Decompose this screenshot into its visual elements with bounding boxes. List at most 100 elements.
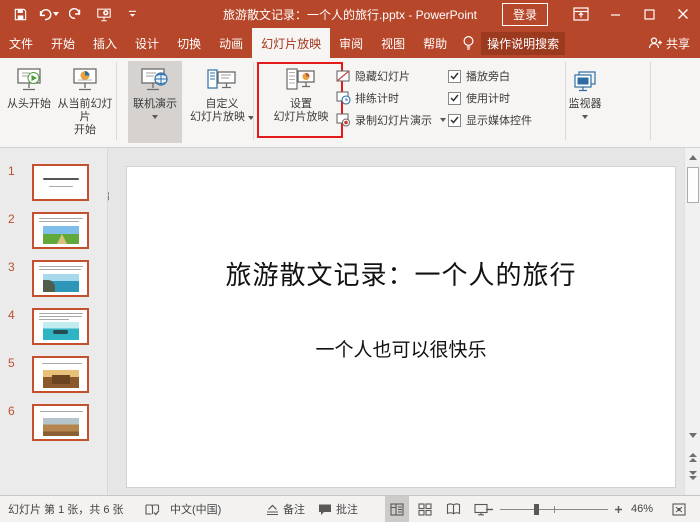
tab-review[interactable]: 审阅 xyxy=(330,28,372,58)
setup-slideshow-label: 设置 幻灯片放映 xyxy=(274,98,329,124)
rehearse-timings-button[interactable]: 排练计时 xyxy=(336,88,399,108)
thumbnail-preview xyxy=(32,260,89,297)
minimize-icon[interactable] xyxy=(598,0,632,28)
tab-insert[interactable]: 插入 xyxy=(84,28,126,58)
thumbnail-preview xyxy=(32,308,89,345)
tab-help[interactable]: 帮助 xyxy=(414,28,456,58)
scroll-up-icon[interactable] xyxy=(686,150,700,165)
language-indicator[interactable]: 中文(中国) xyxy=(170,496,221,522)
slide-thumbnail-5[interactable]: 5 xyxy=(0,356,108,393)
from-current-slide-label: 从当前幻灯片 开始 xyxy=(54,98,116,137)
spellcheck-icon[interactable] xyxy=(145,496,160,522)
notes-icon xyxy=(266,503,279,515)
zoom-percentage[interactable]: 46% xyxy=(631,496,653,522)
scroll-down-icon[interactable] xyxy=(686,428,700,443)
show-media-controls-checkbox[interactable]: 显示媒体控件 xyxy=(448,111,532,129)
previous-slide-icon[interactable] xyxy=(686,450,700,465)
start-slideshow-icon[interactable] xyxy=(92,3,116,25)
slide-title[interactable]: 旅游散文记录：一个人的旅行 xyxy=(127,255,675,292)
monitors-button[interactable]: 监视器 xyxy=(562,61,608,143)
group-divider xyxy=(650,62,651,140)
view-slide-sorter-icon[interactable] xyxy=(413,496,437,522)
monitors-dropdown-icon[interactable] xyxy=(582,115,588,119)
slide-subtitle[interactable]: 一个人也可以很快乐 xyxy=(127,335,675,362)
redo-icon[interactable] xyxy=(64,3,88,25)
scrollbar-thumb[interactable] xyxy=(687,167,699,203)
tab-animations[interactable]: 动画 xyxy=(210,28,252,58)
show-media-controls-label: 显示媒体控件 xyxy=(466,112,532,128)
comments-icon xyxy=(318,503,332,516)
slide-counter[interactable]: 幻灯片 第 1 张，共 6 张 xyxy=(8,496,124,522)
fit-to-window-icon[interactable] xyxy=(672,496,686,522)
hide-slide-button[interactable]: 隐藏幻灯片 xyxy=(336,66,410,86)
status-bar: 幻灯片 第 1 张，共 6 张 中文(中国) 备注 批注 xyxy=(0,495,700,522)
tab-design[interactable]: 设计 xyxy=(126,28,168,58)
notes-button[interactable]: 备注 xyxy=(266,496,305,522)
record-slideshow-dropdown-icon[interactable] xyxy=(440,118,446,122)
record-slideshow-button[interactable]: 录制幻灯片演示 xyxy=(336,110,446,130)
save-icon[interactable] xyxy=(8,3,32,25)
use-timings-checkbox[interactable]: 使用计时 xyxy=(448,89,510,107)
present-online-dropdown-icon[interactable] xyxy=(152,115,158,119)
next-slide-icon[interactable] xyxy=(686,468,700,483)
view-reading-icon[interactable] xyxy=(441,496,465,522)
setup-slideshow-icon xyxy=(285,61,317,95)
zoom-slider-thumb[interactable] xyxy=(534,504,539,515)
slide-thumbnail-3[interactable]: 3 xyxy=(0,260,108,297)
thumbnail-preview xyxy=(32,404,89,441)
thumbnail-image xyxy=(43,274,79,292)
custom-slideshow-icon xyxy=(206,61,238,95)
share-area[interactable]: 共享 xyxy=(648,28,690,58)
slide-thumbnail-1[interactable]: 1 xyxy=(0,164,108,201)
checkbox-checked-icon xyxy=(448,92,461,105)
undo-icon[interactable] xyxy=(36,3,60,25)
group-divider xyxy=(253,62,254,140)
slide-thumbnail-4[interactable]: 4 xyxy=(0,308,108,345)
share-person-icon xyxy=(648,36,662,50)
thumbnail-preview xyxy=(32,356,89,393)
setup-slideshow-button[interactable]: 设置 幻灯片放映 xyxy=(262,61,340,143)
slide-number: 6 xyxy=(8,404,15,418)
vertical-scrollbar[interactable] xyxy=(684,148,700,495)
from-current-slide-button[interactable]: 从当前幻灯片 开始 xyxy=(54,61,116,143)
share-label: 共享 xyxy=(666,35,690,52)
tab-view[interactable]: 视图 xyxy=(372,28,414,58)
custom-slideshow-button[interactable]: 自定义 幻灯片放映 xyxy=(186,61,258,143)
tab-transitions[interactable]: 切换 xyxy=(168,28,210,58)
tellme-search[interactable]: 操作说明搜索 xyxy=(481,32,565,55)
play-narrations-label: 播放旁白 xyxy=(466,68,510,84)
customize-qat-icon[interactable] xyxy=(120,3,144,25)
current-slide[interactable]: 旅游散文记录：一个人的旅行 一个人也可以很快乐 xyxy=(126,166,676,488)
thumbnail-preview xyxy=(32,212,89,249)
tab-file[interactable]: 文件 xyxy=(0,28,42,58)
zoom-in-icon[interactable] xyxy=(614,496,623,522)
signin-button[interactable]: 登录 xyxy=(502,3,548,26)
close-icon[interactable] xyxy=(666,0,700,28)
tab-home[interactable]: 开始 xyxy=(42,28,84,58)
maximize-icon[interactable] xyxy=(632,0,666,28)
comments-label: 批注 xyxy=(336,501,358,517)
comments-button[interactable]: 批注 xyxy=(318,496,358,522)
group-divider xyxy=(116,62,117,140)
thumbnail-image xyxy=(43,226,79,244)
present-online-button[interactable]: 联机演示 xyxy=(128,61,182,143)
slide-number: 3 xyxy=(8,260,15,274)
tellme-area: 操作说明搜索 xyxy=(456,28,565,58)
zoom-out-icon[interactable] xyxy=(485,496,494,522)
ribbon-display-options-icon[interactable] xyxy=(564,0,598,28)
play-narrations-checkbox[interactable]: 播放旁白 xyxy=(448,67,510,85)
view-normal-icon[interactable] xyxy=(385,496,409,522)
tab-slideshow[interactable]: 幻灯片放映 xyxy=(252,28,330,58)
present-online-icon xyxy=(139,61,171,95)
hide-slide-label: 隐藏幻灯片 xyxy=(355,68,410,84)
hide-slide-icon xyxy=(336,70,351,83)
from-current-slide-icon xyxy=(70,61,100,95)
thumbnail-image xyxy=(43,370,79,388)
slide-thumbnail-6[interactable]: 6 xyxy=(0,404,108,441)
slide-thumbnail-2[interactable]: 2 xyxy=(0,212,108,249)
slide-number: 5 xyxy=(8,356,15,370)
present-online-label: 联机演示 xyxy=(133,98,177,111)
powerpoint-window: 旅游散文记录：一个人的旅行.pptx - PowerPoint 登录 文件 开始… xyxy=(0,0,700,522)
from-beginning-button[interactable]: 从头开始 xyxy=(4,61,54,143)
undo-dropdown-icon[interactable] xyxy=(53,12,59,16)
